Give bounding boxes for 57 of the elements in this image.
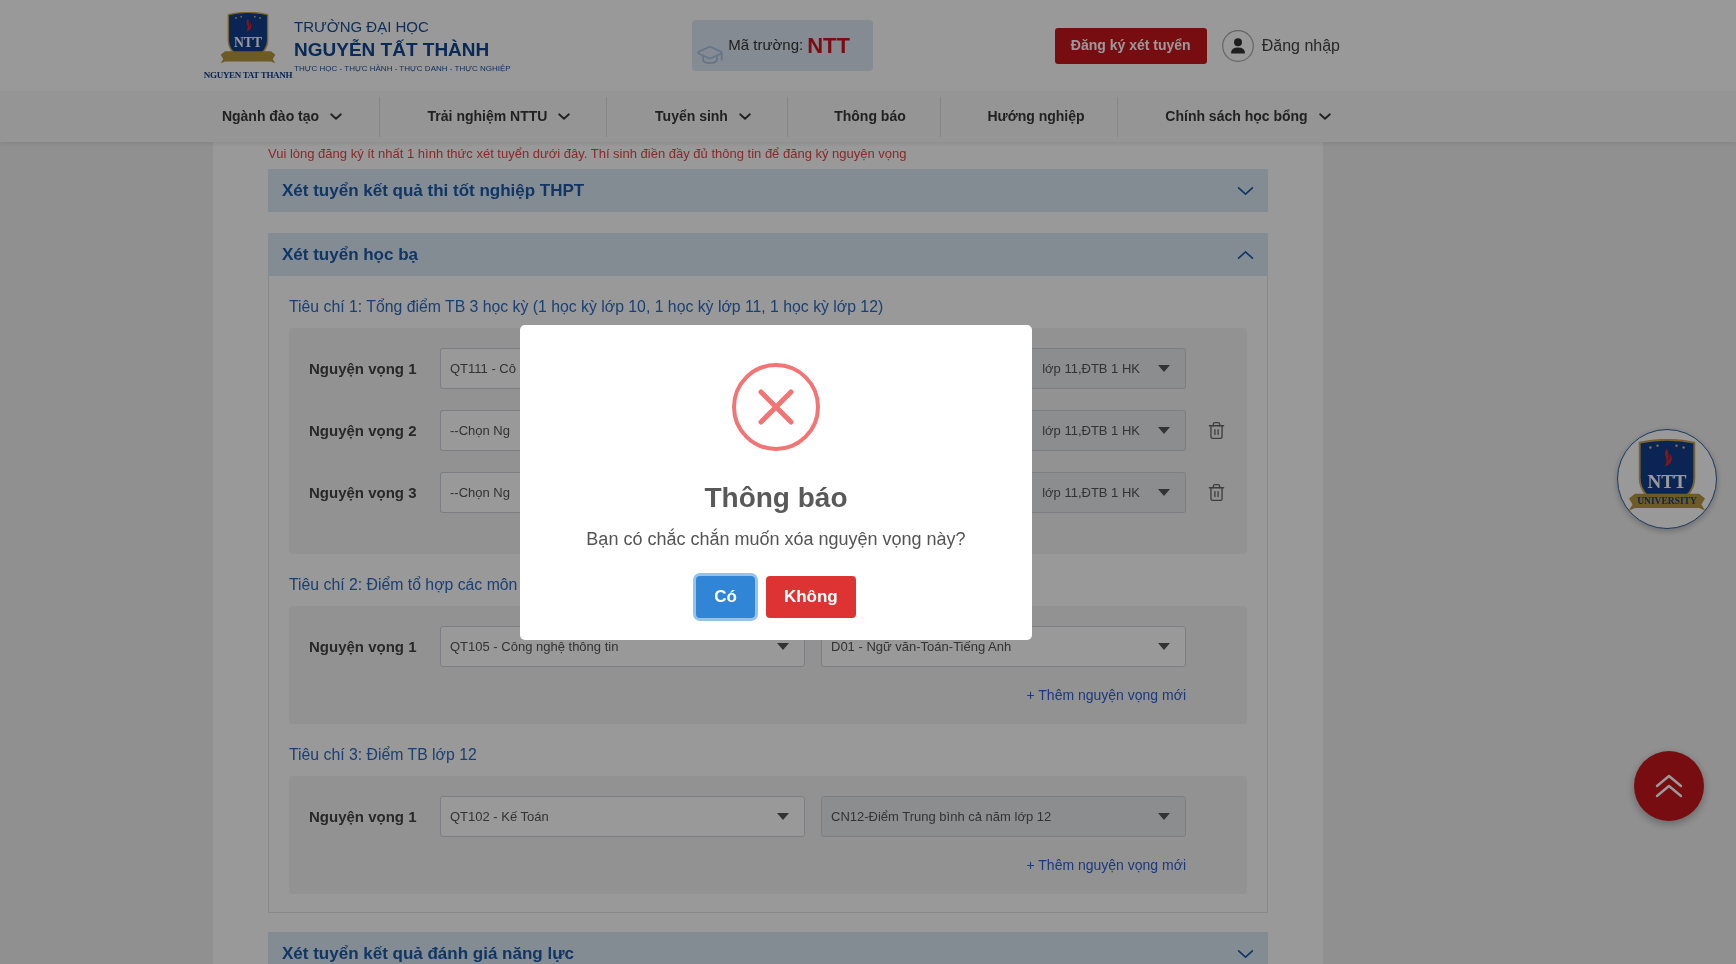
accordion-header[interactable]: Xét tuyển kết quả thi tốt nghiệp THPT bbox=[268, 169, 1268, 212]
add-choice-link[interactable]: + Thêm nguyện vọng mới bbox=[1026, 686, 1186, 704]
select-field[interactable]: QT102 - Kế Toán bbox=[440, 796, 805, 837]
caret-down-icon bbox=[1158, 365, 1170, 372]
nav-menu-item[interactable]: Chính sách học bổng bbox=[1165, 106, 1331, 127]
chevron-down-icon bbox=[1237, 185, 1254, 196]
chevron-down-icon bbox=[558, 113, 571, 120]
criterion-title: Tiêu chí 3: Điểm TB lớp 12 bbox=[289, 745, 478, 765]
logo-badge-button[interactable]: NTT UNIVERSITY bbox=[1617, 429, 1717, 529]
select-field[interactable]: --Chọn Ng bbox=[440, 410, 520, 451]
school-name: NGUYỄN TẤT THÀNH bbox=[294, 37, 490, 62]
choice-label: Nguyện vọng 2 bbox=[309, 421, 417, 439]
cancel-button[interactable]: Không bbox=[765, 575, 856, 618]
chevron-down-icon bbox=[330, 113, 343, 120]
double-chevron-up-icon bbox=[1655, 774, 1683, 798]
nav-menu-item[interactable]: Tuyển sinh bbox=[655, 106, 751, 127]
add-choice-link[interactable]: + Thêm nguyện vọng mới bbox=[1026, 856, 1186, 874]
choice-label: Nguyện vọng 1 bbox=[309, 807, 417, 825]
accordion-header[interactable]: Xét tuyển kết quả đánh giá năng lực bbox=[268, 932, 1268, 964]
caret-down-icon bbox=[1158, 489, 1170, 496]
caret-down-icon bbox=[777, 643, 789, 650]
nav-menu-item[interactable]: Thông báo bbox=[834, 106, 906, 127]
school-motto: THỰC HỌC - THỰC HÀNH - THỰC DANH - THỰC NGHIỆP bbox=[294, 62, 511, 75]
nav-menu-item[interactable]: Ngành đào tạo bbox=[221, 106, 343, 127]
trash-icon[interactable] bbox=[1207, 421, 1226, 440]
caret-down-icon bbox=[1158, 643, 1170, 650]
school-code-value: NTT bbox=[807, 32, 850, 60]
notice-text: Vui lòng đăng ký ít nhất 1 hình thức xét tuyển dưới đây. Thí sinh điền đầy đủ thông tin để đăng ký nguyện vọng bbox=[268, 145, 908, 163]
choice-label: Nguyện vọng 1 bbox=[309, 637, 417, 655]
caret-down-icon bbox=[777, 813, 789, 820]
scroll-top-button[interactable] bbox=[1634, 751, 1704, 821]
select-field[interactable]: --Chọn Ng bbox=[440, 472, 520, 513]
caret-down-icon bbox=[1158, 427, 1170, 434]
trash-icon[interactable] bbox=[1207, 483, 1226, 502]
nav-menu-item[interactable]: Trải nghiệm NTTU bbox=[427, 106, 571, 127]
criterion-title: Tiêu chí 2: Điểm tổ hợp các môn bbox=[289, 575, 519, 595]
user-avatar-icon[interactable] bbox=[1221, 29, 1254, 62]
school-code-label: Mã trường: bbox=[728, 35, 804, 56]
confirm-button[interactable]: Có bbox=[696, 575, 755, 618]
chevron-down-icon bbox=[1318, 113, 1331, 120]
register-button[interactable]: Đăng ký xét tuyển bbox=[1054, 27, 1207, 64]
caret-down-icon bbox=[1158, 813, 1170, 820]
accordion-header[interactable]: Xét tuyển học bạ bbox=[268, 233, 1268, 276]
choice-label: Nguyện vọng 1 bbox=[309, 359, 417, 377]
logo-caption: NGUYEN TAT THANH bbox=[203, 69, 293, 80]
chevron-up-icon bbox=[1237, 249, 1254, 260]
login-link[interactable]: Đăng nhập bbox=[1261, 33, 1340, 58]
chevron-down-icon bbox=[738, 113, 751, 120]
select-field[interactable]: QT111 - Cô bbox=[440, 348, 520, 389]
chevron-down-icon bbox=[1237, 948, 1254, 959]
choice-label: Nguyện vọng 3 bbox=[309, 483, 417, 501]
error-x-icon bbox=[732, 362, 820, 451]
school-type-label: TRƯỜNG ĐẠI HỌC bbox=[294, 16, 429, 37]
dialog-title: Thông báo bbox=[704, 480, 848, 515]
nav-menu-item[interactable]: Hướng nghiệp bbox=[987, 106, 1085, 127]
dialog-message: Bạn có chắc chắn muốn xóa nguyện vọng này? bbox=[586, 527, 966, 551]
criterion-title: Tiêu chí 1: Tổng điểm TB 3 học kỳ (1 học kỳ lớp 10, 1 học kỳ lớp 11, 1 học kỳ lớp 12) bbox=[289, 297, 885, 317]
